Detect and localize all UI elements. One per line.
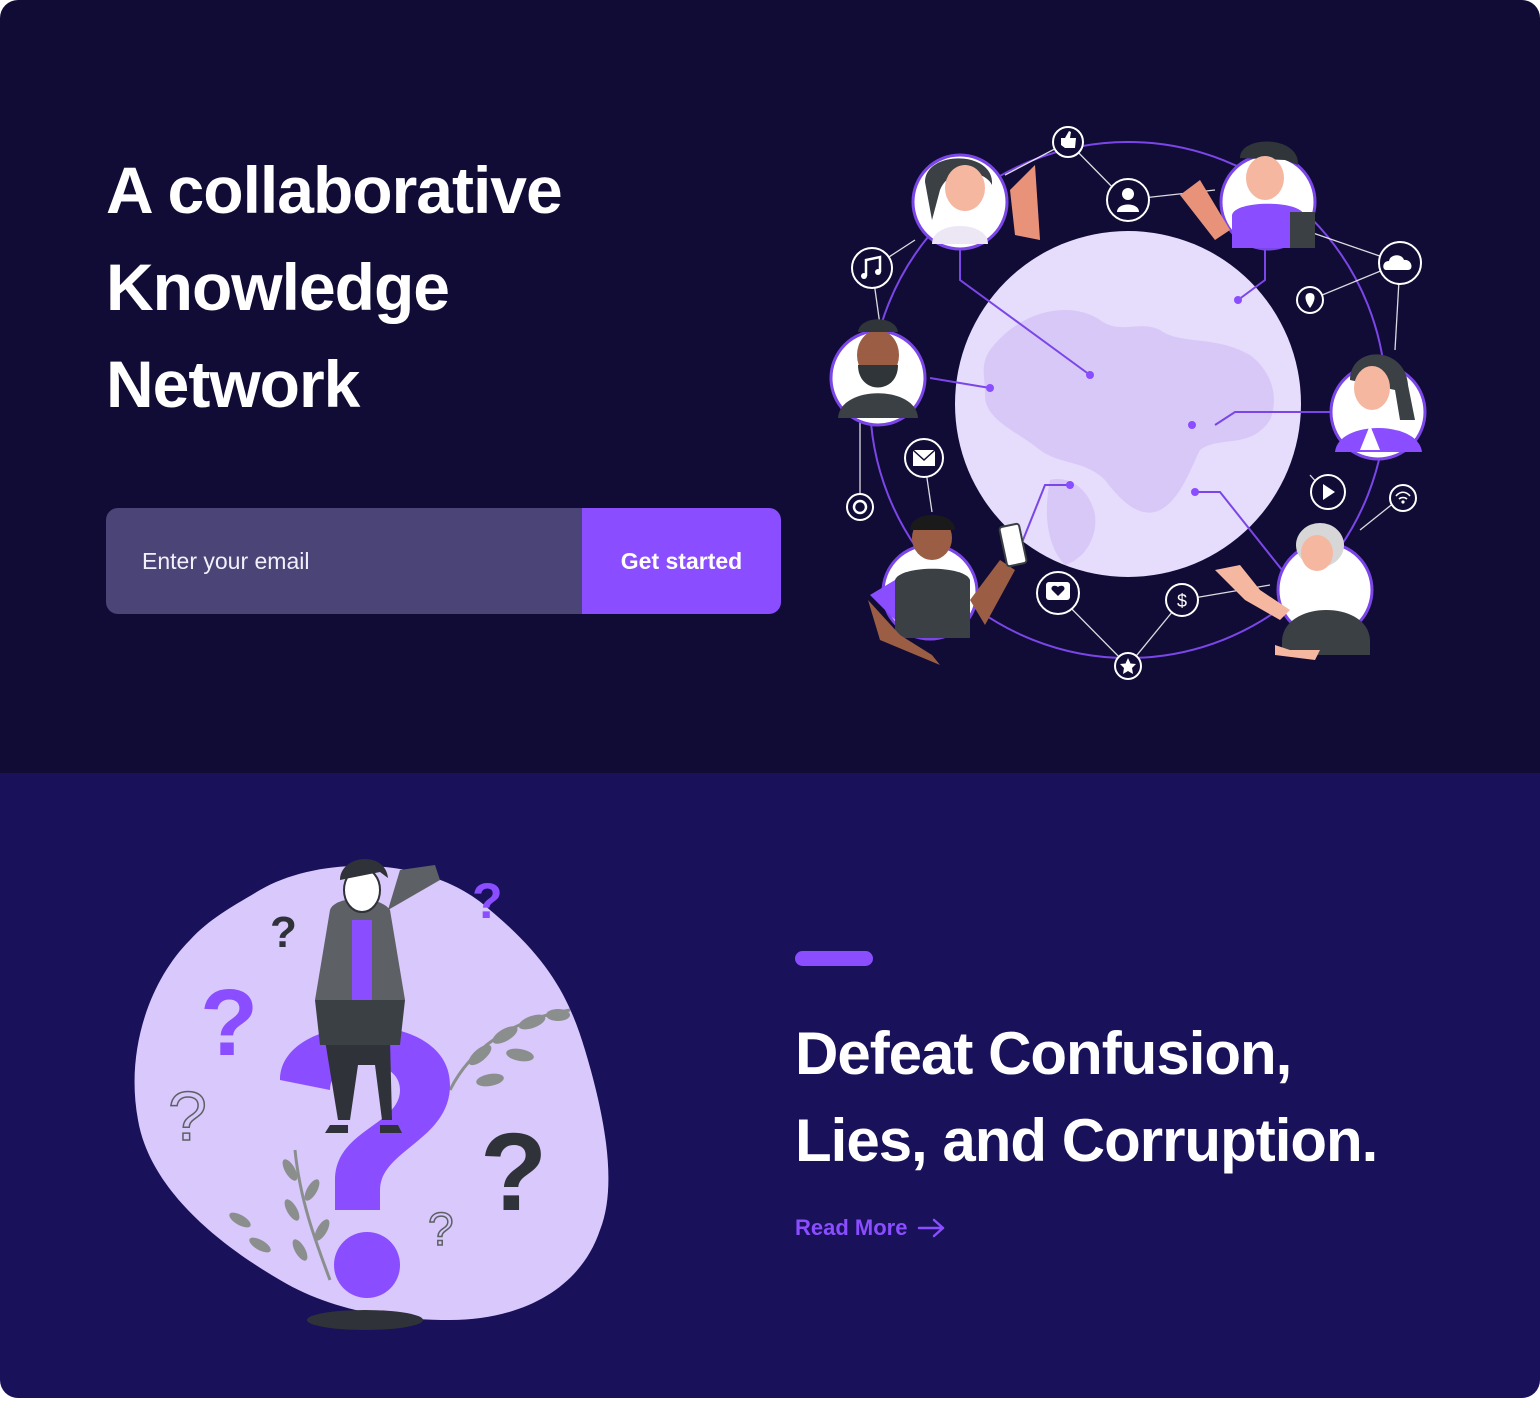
heart-message-icon <box>1036 571 1080 615</box>
confusion-illustration: ? ? ? ? ? ? <box>134 859 609 1330</box>
thumbs-up-icon <box>1052 126 1084 158</box>
feature-title-line-1: Defeat Confusion, <box>795 1020 1292 1087</box>
question-mark-purple-small: ? <box>472 873 503 929</box>
avatar-woman-right <box>1329 354 1427 461</box>
hero-title-line-1: A collaborative <box>106 153 563 227</box>
read-more-link[interactable]: Read More <box>795 1215 947 1241</box>
feature-title-line-2: Lies, and Corruption. <box>795 1107 1378 1174</box>
play-icon <box>1310 474 1346 510</box>
dollar-icon: $ <box>1165 583 1199 617</box>
read-more-label: Read More <box>795 1215 908 1240</box>
location-icon <box>1296 286 1324 314</box>
question-mark-purple-large: ? <box>200 970 258 1076</box>
feature-title: Defeat Confusion, Lies, and Corruption. <box>795 1010 1495 1184</box>
avatar-woman-top-left <box>911 153 1040 251</box>
hero-title-line-3: Network <box>106 347 360 421</box>
question-mark-outline-right: ? <box>428 1203 454 1255</box>
email-input[interactable] <box>106 508 582 614</box>
question-mark-dark-small: ? <box>270 908 297 957</box>
hero-section: A collaborative Knowledge Network Get st… <box>0 0 1540 773</box>
avatar-man-glasses-bottom-left <box>868 515 1028 665</box>
settings-icon <box>846 493 874 521</box>
network-illustration: $ <box>829 126 1427 680</box>
user-icon <box>1106 178 1150 222</box>
hero-title-line-2: Knowledge <box>106 250 450 324</box>
cloud-icon <box>1378 241 1422 285</box>
arrow-right-icon <box>918 1218 945 1238</box>
question-mark-outline-left: ? <box>168 1077 207 1155</box>
get-started-button[interactable]: Get started <box>582 508 781 614</box>
music-icon <box>851 247 893 289</box>
accent-bar <box>795 951 873 966</box>
page-frame: A collaborative Knowledge Network Get st… <box>0 0 1540 1398</box>
wifi-icon <box>1389 484 1417 512</box>
avatar-bearded-man-left <box>829 319 927 427</box>
avatar-man-top-right <box>1180 141 1317 251</box>
shadow <box>307 1310 423 1330</box>
star-icon <box>1114 652 1142 680</box>
svg-text:$: $ <box>1177 591 1187 611</box>
email-signup-form: Get started <box>106 508 781 614</box>
mail-icon <box>904 438 944 478</box>
avatar-older-woman-bottom-right <box>1215 523 1374 660</box>
feature-section: ? ? ? ? ? ? Defeat Confusion, Lies, and … <box>0 773 1540 1398</box>
hero-title: A collaborative Knowledge Network <box>106 142 746 433</box>
big-question-mark-dot <box>334 1232 400 1298</box>
question-mark-dark-large: ? <box>480 1111 547 1234</box>
